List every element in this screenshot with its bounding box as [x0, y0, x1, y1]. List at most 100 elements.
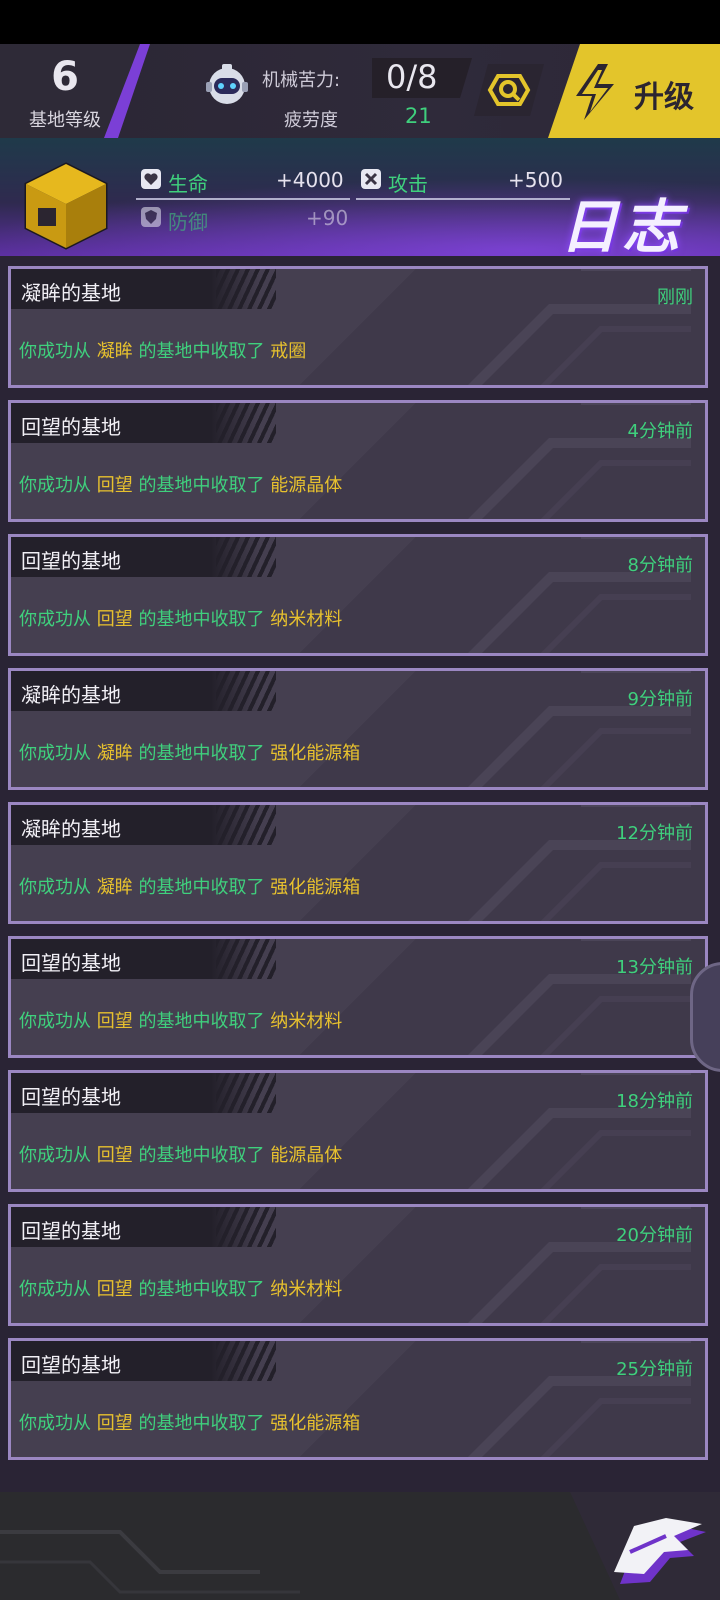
hp-divider	[136, 198, 350, 200]
log-message-middle: 的基地中收取了	[138, 1011, 265, 1032]
log-entry-title: 回望的基地	[21, 1085, 121, 1109]
log-message-prefix: 你成功从	[19, 743, 91, 764]
mech-worker-label: 机械苦力:	[262, 70, 341, 91]
log-message-prefix: 你成功从	[19, 609, 91, 630]
top-header: 6 基地等级 机械苦力: 0/8 疲劳度 21 升级	[0, 44, 720, 140]
log-entry-header-stripes	[216, 269, 276, 309]
log-entry-title: 凝眸的基地	[21, 281, 121, 305]
log-entry-message: 你成功从 回望 的基地中收取了 纳米材料	[19, 1275, 342, 1301]
hp-value: +4000	[276, 168, 344, 192]
log-entry-time: 8分钟前	[627, 555, 693, 576]
log-entry-header-stripes	[216, 1341, 276, 1381]
log-message-item: 纳米材料	[270, 1279, 343, 1300]
log-message-middle: 的基地中收取了	[138, 341, 265, 362]
log-entry-time: 4分钟前	[627, 421, 693, 442]
base-level-label: 基地等级	[29, 110, 101, 131]
crossed-swords-icon	[361, 169, 381, 189]
log-message-prefix: 你成功从	[19, 1011, 91, 1032]
search-button[interactable]	[474, 64, 544, 116]
log-message-base: 凝眸	[96, 341, 133, 362]
log-entry-title: 回望的基地	[21, 415, 121, 439]
log-message-prefix: 你成功从	[19, 341, 91, 362]
log-title: 日志	[560, 193, 685, 256]
log-entry-title: 凝眸的基地	[21, 817, 121, 841]
log-message-item: 戒圈	[270, 341, 307, 362]
log-message-base: 回望	[96, 475, 133, 496]
log-message-base: 回望	[96, 1011, 133, 1032]
atk-label: 攻击	[388, 172, 428, 196]
log-message-base: 回望	[96, 1145, 133, 1166]
hp-label: 生命	[168, 172, 208, 196]
log-message-item: 强化能源箱	[270, 877, 361, 898]
log-entry-message: 你成功从 回望 的基地中收取了 纳米材料	[19, 605, 342, 631]
log-message-base: 回望	[96, 1413, 133, 1434]
log-entry-header-stripes	[216, 403, 276, 443]
log-entry: 回望的基地 25分钟前你成功从 回望 的基地中收取了 强化能源箱	[8, 1338, 708, 1460]
fatigue-value: 21	[405, 104, 432, 128]
log-entry-message: 你成功从 回望 的基地中收取了 纳米材料	[19, 1007, 342, 1033]
log-entry-time: 9分钟前	[627, 689, 693, 710]
upgrade-button[interactable]: 升级	[548, 44, 720, 138]
log-entry-header-stripes	[216, 1073, 276, 1113]
log-message-middle: 的基地中收取了	[138, 877, 265, 898]
card-decoration	[467, 269, 691, 385]
log-entry-header-stripes	[216, 1207, 276, 1247]
log-message-base: 回望	[96, 609, 133, 630]
log-entry: 凝眸的基地 刚刚你成功从 凝眸 的基地中收取了 戒圈	[8, 266, 708, 388]
base-level-value: 6	[51, 54, 79, 100]
mech-worker-value: 0/8	[386, 58, 438, 96]
log-entry-time: 18分钟前	[616, 1091, 693, 1112]
log-message-middle: 的基地中收取了	[138, 475, 265, 496]
log-entry-message: 你成功从 凝眸 的基地中收取了 戒圈	[19, 337, 306, 363]
log-entry-title: 回望的基地	[21, 1353, 121, 1377]
log-message-base: 凝眸	[96, 743, 133, 764]
back-button[interactable]	[610, 1512, 710, 1594]
log-message-middle: 的基地中收取了	[138, 1279, 265, 1300]
log-entry-time: 刚刚	[657, 287, 693, 308]
log-entry-message: 你成功从 凝眸 的基地中收取了 强化能源箱	[19, 739, 360, 765]
log-entry: 回望的基地 4分钟前你成功从 回望 的基地中收取了 能源晶体	[8, 400, 708, 522]
log-message-middle: 的基地中收取了	[138, 743, 265, 764]
log-message-middle: 的基地中收取了	[138, 1413, 265, 1434]
log-message-prefix: 你成功从	[19, 877, 91, 898]
log-entry: 回望的基地 8分钟前你成功从 回望 的基地中收取了 纳米材料	[8, 534, 708, 656]
lightning-icon	[576, 64, 614, 120]
log-entry: 凝眸的基地 12分钟前你成功从 凝眸 的基地中收取了 强化能源箱	[8, 802, 708, 924]
log-message-base: 回望	[96, 1279, 133, 1300]
log-message-item: 纳米材料	[270, 609, 343, 630]
log-message-prefix: 你成功从	[19, 1145, 91, 1166]
log-entry-title: 凝眸的基地	[21, 683, 121, 707]
log-list[interactable]: 凝眸的基地 刚刚 你成功从 凝眸 的基地中收取了 戒圈 回望的基地 4分钟前 你成功从 回…	[0, 262, 720, 1492]
base-banner: 生命 +4000 攻击 +500 防御 +90 日志	[0, 138, 720, 256]
log-entry-header-stripes	[216, 671, 276, 711]
log-entry-message: 你成功从 凝眸 的基地中收取了 强化能源箱	[19, 873, 360, 899]
def-label: 防御	[168, 210, 208, 234]
log-message-base: 凝眸	[96, 877, 133, 898]
upgrade-label: 升级	[634, 80, 694, 115]
log-entry-time: 12分钟前	[616, 823, 693, 844]
log-message-prefix: 你成功从	[19, 475, 91, 496]
log-entry: 回望的基地 13分钟前 你成功从 回望 的基地中收取了 纳米材料	[8, 936, 708, 1058]
robot-avatar-icon	[206, 64, 248, 104]
log-message-item: 纳米材料	[270, 1011, 343, 1032]
status-bar	[0, 0, 720, 44]
log-entry-header-stripes	[216, 939, 276, 979]
log-entry-message: 你成功从 回望 的基地中收取了 强化能源箱	[19, 1409, 360, 1435]
log-entry-message: 你成功从 回望 的基地中收取了 能源晶体	[19, 471, 342, 497]
log-entry-title: 回望的基地	[21, 549, 121, 573]
search-icon	[487, 74, 531, 106]
log-entry-title: 回望的基地	[21, 951, 121, 975]
atk-divider	[356, 198, 570, 200]
log-entry: 回望的基地 20分钟前 你成功从 回望 的基地中收取了 纳米材料	[8, 1204, 708, 1326]
log-message-item: 强化能源箱	[270, 743, 361, 764]
side-expand-tab[interactable]	[690, 962, 720, 1072]
base-cube-icon	[24, 162, 108, 250]
def-value: +90	[306, 206, 349, 230]
log-entry-time: 25分钟前	[616, 1359, 693, 1380]
log-message-item: 能源晶体	[270, 1145, 343, 1166]
log-message-middle: 的基地中收取了	[138, 609, 265, 630]
log-message-middle: 的基地中收取了	[138, 1145, 265, 1166]
log-entry-header-stripes	[216, 537, 276, 577]
back-arrow-icon	[614, 1518, 706, 1584]
atk-value: +500	[508, 168, 563, 192]
